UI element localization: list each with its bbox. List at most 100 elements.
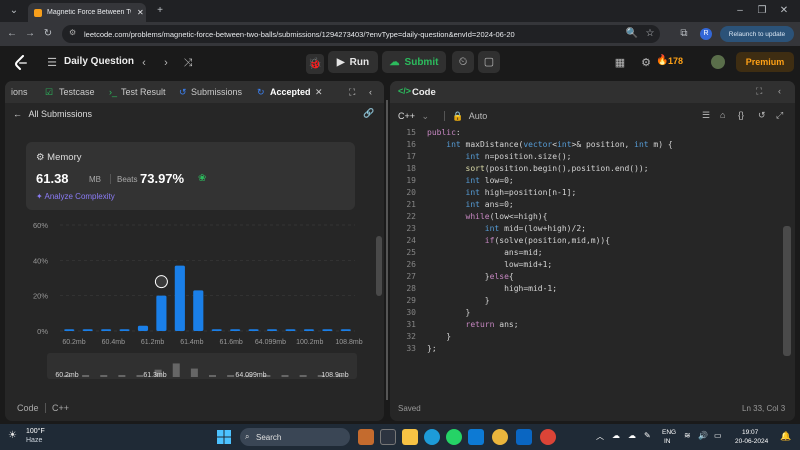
maximize-icon[interactable]: ❐ [754, 3, 770, 19]
code-editor[interactable]: 15 public: 16 int maxDistance(vector<int>&… [390, 127, 795, 397]
file-explorer-icon[interactable] [402, 429, 418, 445]
reset-icon[interactable]: ↺ [758, 110, 766, 121]
auto-format-toggle[interactable]: 🔒 Auto [452, 111, 487, 122]
chrome-profile-icon[interactable] [540, 429, 556, 445]
back-icon[interactable]: ← [4, 26, 20, 42]
url-field[interactable]: ⚙ leetcode.com/problems/magnetic-force-b… [62, 25, 660, 43]
windows-start-icon[interactable] [216, 429, 232, 445]
browser-tab[interactable]: Magnetic Force Between Two Balls ✕ [28, 3, 146, 22]
shuffle-icon[interactable]: ⤨ [180, 55, 196, 71]
language-select[interactable]: C++ ⌄ [398, 111, 429, 122]
code-text: while(low<=high){ [465, 212, 548, 221]
chrome-icon[interactable] [492, 429, 508, 445]
fullscreen-icon[interactable]: ⤢ [776, 110, 783, 121]
submission-panel: ions ☑ Testcase ›_ Test Result ↺ Submiss… [5, 81, 384, 421]
whatsapp-icon[interactable] [446, 429, 462, 445]
zoom-icon[interactable]: 🔍 [624, 26, 640, 42]
weather-temp[interactable]: 100°F [26, 428, 45, 435]
accepted-clock-icon: ↻ [257, 87, 265, 97]
line-number: 32 [406, 332, 416, 341]
close-window-icon[interactable]: ✕ [776, 3, 792, 19]
streak-count[interactable]: 178 [668, 56, 683, 66]
vscode-icon[interactable] [468, 429, 484, 445]
leetcode-logo-icon[interactable] [14, 55, 28, 71]
profile-avatar[interactable]: R [700, 28, 712, 40]
left-scrollbar[interactable] [376, 236, 382, 296]
input-region[interactable]: IN [664, 438, 671, 445]
tab-submissions[interactable]: Submissions [191, 87, 242, 97]
notes-icon[interactable]: ▢ [478, 51, 500, 73]
clock-date[interactable]: 20-06-2024 [735, 438, 768, 445]
daily-question-title[interactable]: Daily Question [64, 56, 134, 67]
clock-time[interactable]: 19:07 [742, 429, 758, 436]
y-tick-label: 0% [37, 327, 48, 336]
tab-descriptions[interactable]: ions [11, 87, 28, 97]
minimize-icon[interactable]: – [732, 3, 748, 19]
relaunch-button[interactable]: Relaunch to update [720, 26, 794, 42]
play-icon: ▶ [336, 56, 345, 68]
analyze-complexity-link[interactable]: ✦ Analyze Complexity [36, 192, 115, 201]
notification-icon[interactable]: 🔔 [780, 431, 791, 442]
taskbar-search[interactable]: ⌕ Search [240, 428, 350, 446]
code-scrollbar[interactable] [783, 226, 791, 356]
braces-icon[interactable]: {} [738, 110, 744, 120]
tab-close-icon[interactable]: ✕ [137, 8, 144, 17]
tray-chevron-icon[interactable]: ︿ [596, 431, 604, 442]
problem-list-icon[interactable]: ☰ [44, 55, 60, 71]
share-link-icon[interactable]: 🔗 [363, 108, 374, 119]
panel-resize-handle[interactable] [386, 100, 388, 400]
chart-bar [156, 295, 167, 331]
next-problem-icon[interactable]: › [158, 55, 174, 71]
edge-icon[interactable] [424, 429, 440, 445]
weather-icon[interactable]: ☀ [8, 430, 17, 441]
chart-bar [193, 290, 204, 331]
collapse-icon[interactable]: ‹ [778, 86, 781, 96]
expand-icon[interactable]: ⛶ [756, 86, 762, 97]
pen-icon[interactable]: ✎ [644, 431, 651, 440]
settings-gear-icon[interactable]: ⚙ [638, 55, 654, 71]
premium-button[interactable]: Premium [736, 52, 794, 72]
x-tick-label: 61.6mb [219, 339, 242, 346]
new-tab-icon[interactable]: + [152, 3, 168, 19]
volume-icon[interactable]: 🔊 [698, 431, 708, 440]
bookmark-star-icon[interactable]: ☆ [642, 26, 658, 42]
line-number: 17 [406, 152, 416, 161]
tab-testcase[interactable]: Testcase [59, 87, 95, 97]
submit-button[interactable]: ☁ Submit [382, 51, 446, 73]
menu-icon[interactable]: ☰ [702, 110, 710, 121]
all-submissions-link[interactable]: ← All Submissions [13, 109, 92, 119]
current-submission-marker [154, 275, 168, 289]
forward-icon[interactable]: → [22, 26, 38, 42]
extensions-icon[interactable]: ⧉ [676, 26, 692, 42]
timer-icon[interactable]: ⏲ [452, 51, 474, 73]
collapse-icon[interactable]: ‹ [369, 87, 372, 97]
run-button[interactable]: ▶ Run [328, 51, 378, 73]
battery-icon[interactable]: ▭ [714, 431, 722, 440]
tab-close-icon[interactable]: ✕ [315, 87, 323, 98]
linkedin-icon[interactable] [516, 429, 532, 445]
tab-search-icon[interactable]: ⌄ [6, 3, 22, 19]
tab-test-result[interactable]: Test Result [121, 87, 166, 97]
onedrive-icon[interactable]: ☁ [628, 431, 636, 440]
site-info-icon[interactable]: ⚙ [69, 28, 76, 37]
app-icon-1[interactable] [358, 429, 374, 445]
overview-bar [227, 375, 235, 377]
debug-icon[interactable]: 🐞 [306, 54, 324, 74]
task-view-icon[interactable] [380, 429, 396, 445]
code-text: } [427, 332, 452, 341]
overview-bar [281, 375, 289, 377]
overview-bar [172, 363, 180, 377]
prev-problem-icon[interactable]: ‹ [136, 55, 152, 71]
reload-icon[interactable]: ↻ [40, 26, 56, 42]
tab-accepted[interactable]: Accepted [270, 87, 311, 97]
bookmark-icon[interactable]: ⌂ [720, 110, 725, 120]
input-language[interactable]: ENG [662, 429, 676, 436]
user-avatar[interactable] [711, 55, 725, 69]
layout-grid-icon[interactable]: ▦ [612, 55, 628, 71]
divider [444, 111, 445, 121]
wifi-icon[interactable]: ≋ [684, 431, 691, 440]
cloud-icon[interactable]: ☁ [612, 431, 620, 440]
weather-desc[interactable]: Haze [26, 437, 42, 444]
saved-status: Saved [398, 404, 421, 413]
expand-icon[interactable]: ⛶ [349, 87, 355, 98]
